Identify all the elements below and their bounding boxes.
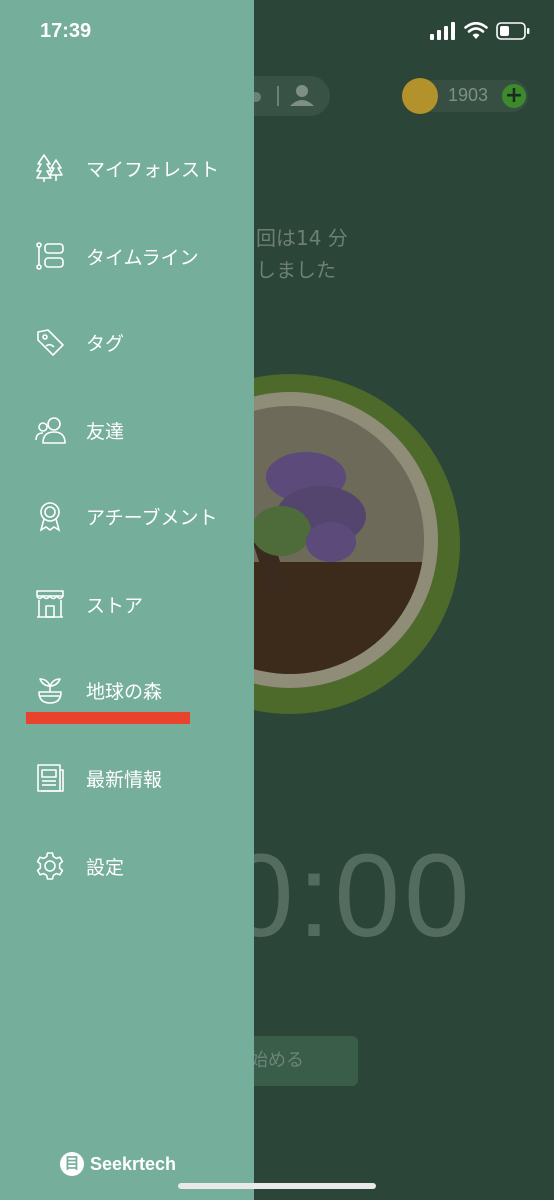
battery-icon bbox=[496, 22, 530, 40]
menu-label: 最新情報 bbox=[86, 768, 163, 791]
coin-counter: 1903 + bbox=[402, 78, 528, 114]
app-screen: 1903 + 回は14 分 しました 0:00 始める マイフォレスト タイムラ… bbox=[0, 0, 554, 1200]
message-line-2: しました bbox=[256, 258, 336, 282]
home-indicator[interactable] bbox=[178, 1183, 376, 1189]
sprout-icon bbox=[32, 672, 68, 708]
coin-value: 1903 bbox=[448, 85, 489, 105]
menu-label: タイムライン bbox=[86, 246, 199, 269]
friends-icon bbox=[32, 412, 68, 448]
countdown-timer: 0:00 bbox=[228, 830, 474, 962]
menu-label: 友達 bbox=[86, 420, 125, 443]
menu-item-tags[interactable]: タグ bbox=[32, 322, 124, 362]
seekrtech-badge-icon: 目 bbox=[60, 1152, 84, 1176]
menu-item-timeline[interactable]: タイムライン bbox=[32, 236, 199, 276]
side-drawer: マイフォレスト タイムライン タグ 友達 アチーブメント ストア 地球の森 最新… bbox=[0, 0, 254, 1200]
menu-label: ストア bbox=[86, 594, 144, 617]
menu-item-global-forest[interactable]: 地球の森 bbox=[32, 670, 162, 710]
menu-label: アチーブメント bbox=[86, 506, 218, 529]
message-line-1: 回は14 分 bbox=[256, 226, 348, 250]
seekrtech-text: Seekrtech bbox=[90, 1153, 177, 1174]
menu-item-settings[interactable]: 設定 bbox=[32, 846, 124, 886]
menu-item-store[interactable]: ストア bbox=[32, 584, 143, 624]
news-icon bbox=[32, 760, 68, 796]
status-icons bbox=[430, 22, 530, 40]
signal-icon bbox=[430, 22, 455, 40]
menu-item-my-forest[interactable]: マイフォレスト bbox=[32, 148, 219, 188]
menu-item-achievements[interactable]: アチーブメント bbox=[32, 496, 217, 536]
coin-icon bbox=[402, 78, 438, 114]
foliage bbox=[306, 522, 356, 562]
menu-label: タグ bbox=[86, 332, 125, 355]
red-underline-annotation bbox=[26, 712, 190, 724]
wifi-icon bbox=[464, 22, 488, 39]
seekrtech-logo: 目 Seekrtech bbox=[60, 1152, 176, 1176]
store-icon bbox=[32, 586, 68, 622]
menu-item-friends[interactable]: 友達 bbox=[32, 410, 124, 450]
add-coins-icon[interactable]: + bbox=[502, 84, 526, 108]
menu-label: 地球の森 bbox=[86, 680, 163, 703]
menu-item-news[interactable]: 最新情報 bbox=[32, 758, 162, 798]
foliage bbox=[251, 506, 311, 556]
tag-icon bbox=[32, 324, 68, 360]
timeline-icon bbox=[32, 238, 68, 274]
menu-label: マイフォレスト bbox=[86, 158, 220, 181]
gear-icon bbox=[32, 848, 68, 884]
status-bar: 17:39 bbox=[0, 0, 554, 64]
status-time: 17:39 bbox=[40, 20, 92, 42]
achievement-icon bbox=[32, 498, 68, 534]
menu-label: 設定 bbox=[86, 856, 125, 879]
trees-icon bbox=[32, 150, 68, 186]
